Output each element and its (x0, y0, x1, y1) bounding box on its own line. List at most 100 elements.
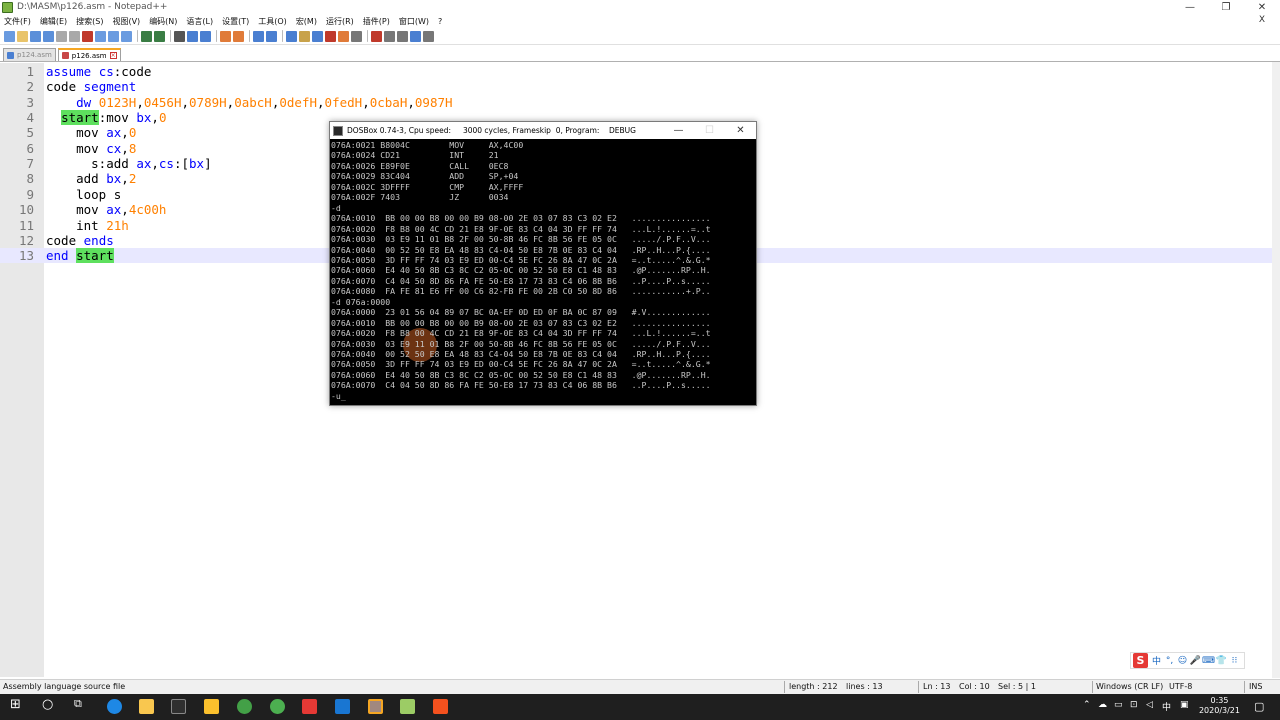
vertical-scrollbar[interactable] (1272, 62, 1280, 678)
toolbar-button-icon[interactable] (43, 30, 54, 42)
toolbar-button-icon[interactable] (4, 30, 15, 42)
dosbox-minimize-button[interactable]: — (663, 122, 694, 139)
wechat-icon[interactable] (270, 699, 285, 714)
app-a-icon[interactable] (204, 699, 219, 714)
tray-battery-icon[interactable]: ▭ (1114, 700, 1123, 710)
tray-ime-icon[interactable]: ▣ (1180, 700, 1189, 710)
dosbox-maximize-button[interactable]: ☐ (694, 122, 725, 139)
minimize-button[interactable]: — (1172, 0, 1208, 14)
line-number: 3 (26, 94, 34, 110)
tab-p126[interactable]: p126.asm × (57, 48, 121, 61)
menu-item[interactable]: 视图(V) (112, 16, 140, 27)
task-view-icon[interactable]: ⧉ (74, 697, 82, 711)
line-number: 9 (26, 186, 34, 202)
toolbar-button-icon[interactable] (141, 30, 152, 42)
toolbar-button-icon[interactable] (286, 30, 297, 42)
toolbar-button-icon[interactable] (299, 30, 310, 42)
menu-item[interactable]: 插件(P) (363, 16, 390, 27)
app-blue-icon[interactable] (335, 699, 350, 714)
tray-language[interactable]: 中 (1162, 700, 1171, 713)
dosbox-task-icon[interactable] (368, 699, 383, 714)
taskbar-clock[interactable]: 0:35 2020/3/21 (1199, 696, 1240, 716)
menu-item[interactable]: 窗口(W) (399, 16, 429, 27)
toolbar-button-icon[interactable] (108, 30, 119, 42)
maximize-button[interactable]: ❐ (1208, 0, 1244, 14)
dosbox-console[interactable]: 076A:0021 B8004C MOV AX,4C00 076A:0024 CD… (330, 139, 756, 405)
notification-icon[interactable]: ▢ (1254, 700, 1264, 713)
dosbox-window[interactable]: DOSBox 0.74-3, Cpu speed: 3000 cycles, F… (329, 121, 757, 406)
tab-p124[interactable]: p124.asm (3, 48, 56, 61)
code-line[interactable]: 3 dw 0123H,0456H,0789H,0abcH,0defH,0fedH… (0, 95, 1272, 110)
code-token: ] (204, 156, 212, 172)
code-line[interactable]: 2 code segment (0, 79, 1272, 94)
toolbar-button-icon[interactable] (253, 30, 264, 42)
ime-tool-icon[interactable]: ⌨ (1202, 655, 1215, 666)
file-explorer-icon[interactable] (139, 699, 154, 714)
toolbar-button-icon[interactable] (69, 30, 80, 42)
app-orange-icon[interactable] (433, 699, 448, 714)
toolbar-button-icon[interactable] (200, 30, 211, 42)
tab-close-icon[interactable]: × (109, 52, 117, 59)
store-icon[interactable] (171, 699, 186, 714)
menu-item[interactable]: 编码(N) (149, 16, 177, 27)
toolbar-button-icon[interactable] (325, 30, 336, 42)
close-button[interactable]: ✕ (1244, 0, 1280, 14)
toolbar-button-icon[interactable] (56, 30, 67, 42)
menu-item[interactable]: 运行(R) (326, 16, 354, 27)
toolbar-button-icon[interactable] (384, 30, 395, 42)
toolbar-button-icon[interactable] (17, 30, 28, 42)
menu-close-icon[interactable]: X (1259, 15, 1265, 25)
menu-item[interactable]: 设置(T) (222, 16, 249, 27)
toolbar-button-icon[interactable] (312, 30, 323, 42)
edge-icon[interactable] (107, 699, 122, 714)
console-line: 076A:002C 3DFFFF CMP AX,FFFF (331, 181, 524, 192)
search-icon[interactable]: ○ (42, 697, 53, 712)
ime-toolbar[interactable]: S 中 °, ☺ 🎤 ⌨ 👕 ⁝⁝ (1130, 652, 1245, 669)
toolbar-button-icon[interactable] (351, 30, 362, 42)
dosbox-close-button[interactable]: ✕ (725, 122, 756, 139)
ime-tool-icon[interactable]: 中 (1151, 655, 1162, 667)
notepadpp-task-icon[interactable] (400, 699, 415, 714)
toolbar-button-icon[interactable] (82, 30, 93, 42)
menu-item[interactable]: 文件(F) (4, 16, 31, 27)
toolbar-button-icon[interactable] (174, 30, 185, 42)
menu-item[interactable]: 编辑(E) (40, 16, 67, 27)
menu-item[interactable]: 宏(M) (296, 16, 317, 27)
menu-item[interactable]: ? (438, 17, 442, 26)
toolbar-button-icon[interactable] (371, 30, 382, 42)
app-green-icon[interactable] (237, 699, 252, 714)
toolbar-button-icon[interactable] (95, 30, 106, 42)
tray-expand-icon[interactable]: ⌃ (1083, 700, 1091, 710)
ime-tool-icon[interactable]: 👕 (1216, 655, 1227, 666)
tray-volume-icon[interactable]: ◁ (1146, 700, 1153, 710)
tray-people-icon[interactable]: ☁ (1098, 700, 1107, 710)
code-token: mov (46, 125, 107, 141)
menu-item[interactable]: 搜索(S) (76, 16, 103, 27)
toolbar-button-icon[interactable] (154, 30, 165, 42)
toolbar-button-icon[interactable] (233, 30, 244, 42)
ime-tool-icon[interactable]: °, (1164, 655, 1175, 666)
toolbar-button-icon[interactable] (410, 30, 421, 42)
sogou-logo-icon[interactable]: S (1133, 653, 1148, 668)
menu-item[interactable]: 语言(L) (186, 16, 213, 27)
zhihu-icon[interactable] (302, 699, 317, 714)
tray-network-icon[interactable]: ⊡ (1130, 700, 1138, 710)
windows-start-icon[interactable]: ⊞ (10, 697, 21, 712)
toolbar-button-icon[interactable] (220, 30, 231, 42)
toolbar-button-icon[interactable] (266, 30, 277, 42)
ime-tool-icon[interactable]: 🎤 (1190, 655, 1201, 666)
clock-date: 2020/3/21 (1198, 706, 1240, 715)
menu-item[interactable]: 工具(O) (258, 16, 287, 27)
toolbar-button-icon[interactable] (423, 30, 434, 42)
toolbar-button-icon[interactable] (121, 30, 132, 42)
toolbar-button-icon[interactable] (30, 30, 41, 42)
toolbar-button-icon[interactable] (397, 30, 408, 42)
toolbar-button-icon[interactable] (338, 30, 349, 42)
ime-tool-icon[interactable]: ⁝⁝ (1229, 655, 1240, 666)
console-line: 076A:0020 F8 B8 00 4C CD 21 E8 9F-0E 83 … (331, 223, 711, 234)
code-line[interactable]: 1 assume cs:code (0, 64, 1272, 79)
code-token: s:add (46, 156, 137, 172)
toolbar-separator (367, 30, 368, 42)
toolbar-button-icon[interactable] (187, 30, 198, 42)
ime-tool-icon[interactable]: ☺ (1177, 655, 1188, 666)
